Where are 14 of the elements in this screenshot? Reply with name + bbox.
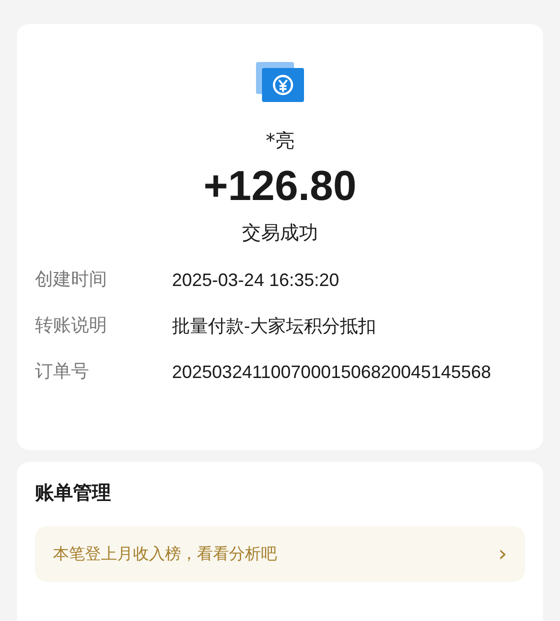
section-title: 账单管理 bbox=[35, 481, 112, 506]
detail-value: 批量付款-大家坛积分抵扣 bbox=[172, 315, 376, 338]
transfer-icon bbox=[256, 62, 304, 102]
detail-label: 转账说明 bbox=[35, 314, 108, 338]
payer-name: *亮 bbox=[266, 129, 294, 154]
income-rank-banner[interactable]: 本笔登上月收入榜，看看分析吧 › bbox=[35, 526, 525, 582]
banner-text: 本笔登上月收入榜，看看分析吧 bbox=[53, 544, 277, 564]
detail-value: 2025-03-24 16:35:20 bbox=[172, 269, 340, 292]
detail-label: 订单号 bbox=[35, 360, 90, 384]
amount: +126.80 bbox=[204, 162, 356, 210]
transaction-status: 交易成功 bbox=[242, 221, 318, 246]
chevron-icon: › bbox=[498, 542, 507, 566]
detail-label: 创建时间 bbox=[35, 268, 108, 292]
detail-value: 20250324110070001506820045145568 bbox=[172, 361, 492, 384]
